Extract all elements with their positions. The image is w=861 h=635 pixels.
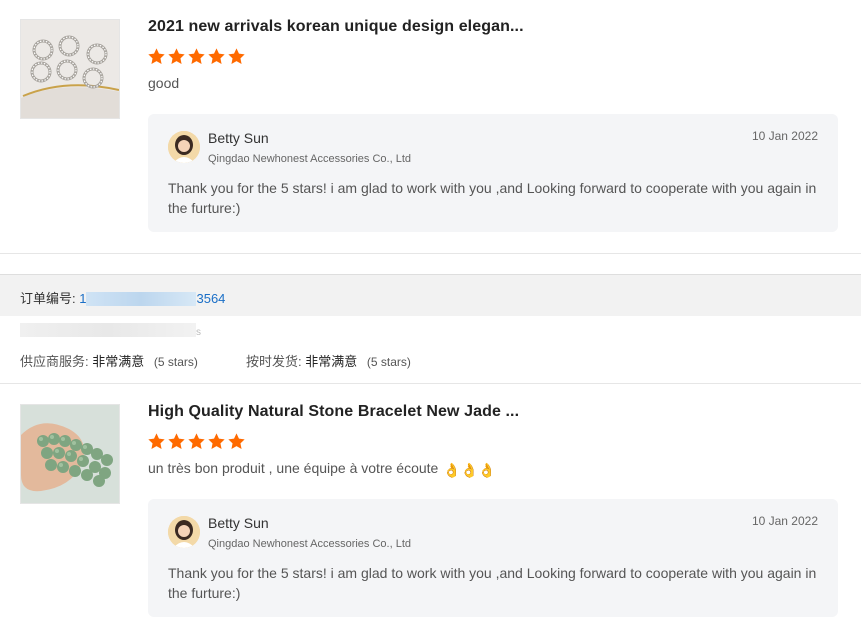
reply-message: Thank you for the 5 stars! i am glad to …: [168, 565, 817, 601]
seller-reply: Betty Sun Qingdao Newhonest Accessories …: [148, 114, 838, 232]
ontime-stars: (5 stars): [366, 355, 411, 369]
star-icon: [228, 433, 245, 449]
replier-company[interactable]: Qingdao Newhonest Accessories Co., Ltd: [208, 538, 411, 550]
star-icon: [168, 48, 185, 64]
buyer-name-tail: s: [196, 327, 201, 338]
star-icon: [228, 48, 245, 64]
star-icon: [188, 48, 205, 64]
replier-name: Betty Sun: [208, 130, 269, 146]
product-thumbnail[interactable]: [20, 404, 120, 504]
buyer-redacted: [20, 323, 196, 337]
supplier-service-stars: (5 stars): [153, 355, 198, 369]
review-text: un très bon produit , une équipe à votre…: [148, 460, 496, 479]
ontime-value: 非常满意: [305, 354, 358, 369]
order-bar: 订单编号: 1 3564: [0, 274, 861, 316]
divider: [0, 253, 861, 254]
person-avatar-icon: [168, 131, 200, 163]
star-icon: [148, 48, 165, 64]
order-number-link[interactable]: 1 3564: [79, 291, 225, 306]
replier-name: Betty Sun: [208, 515, 269, 531]
supplier-service-label: 供应商服务:: [20, 354, 89, 369]
bracelet-photo-icon: [21, 405, 119, 503]
product-title[interactable]: High Quality Natural Stone Bracelet New …: [148, 403, 519, 421]
star-icon: [168, 433, 185, 449]
reply-date: 10 Jan 2022: [751, 129, 818, 143]
review-item: 2021 new arrivals korean unique design e…: [0, 0, 861, 250]
ontime-label: 按时发货:: [246, 354, 302, 369]
reply-date: 10 Jan 2022: [751, 514, 818, 528]
order-number-row: 订单编号: 1 3564: [20, 288, 225, 307]
star-icon: [208, 48, 225, 64]
review-text-body: good: [148, 75, 180, 91]
star-icon: [148, 433, 165, 449]
order-number-prefix: 1: [79, 291, 87, 306]
seller-reply: Betty Sun Qingdao Newhonest Accessories …: [148, 499, 838, 617]
product-thumbnail[interactable]: [20, 19, 120, 119]
divider: [0, 383, 861, 384]
rating-stars: [147, 432, 246, 451]
review-text-body: un très bon produit , une équipe à votre…: [148, 460, 439, 476]
supplier-service-value: 非常满意: [92, 354, 145, 369]
replier-company[interactable]: Qingdao Newhonest Accessories Co., Ltd: [208, 153, 411, 165]
avatar: [168, 131, 200, 163]
ontime-rating: 按时发货: 非常满意 (5 stars): [246, 351, 411, 370]
product-title[interactable]: 2021 new arrivals korean unique design e…: [148, 18, 524, 36]
review-text: good: [148, 75, 179, 91]
star-icon: [208, 433, 225, 449]
ok-hand-emoji: 👌👌👌: [443, 462, 496, 478]
order-number-suffix: 3564: [196, 291, 226, 306]
rings-photo-icon: [21, 20, 119, 118]
person-avatar-icon: [168, 516, 200, 548]
rating-stars: [147, 47, 246, 66]
reply-message: Thank you for the 5 stars! i am glad to …: [168, 180, 817, 216]
redacted-block: [86, 292, 197, 306]
star-icon: [188, 433, 205, 449]
avatar: [168, 516, 200, 548]
order-number-label: 订单编号:: [20, 291, 76, 306]
supplier-ratings: 供应商服务: 非常满意 (5 stars) 按时发货: 非常满意 (5 star…: [20, 351, 411, 370]
